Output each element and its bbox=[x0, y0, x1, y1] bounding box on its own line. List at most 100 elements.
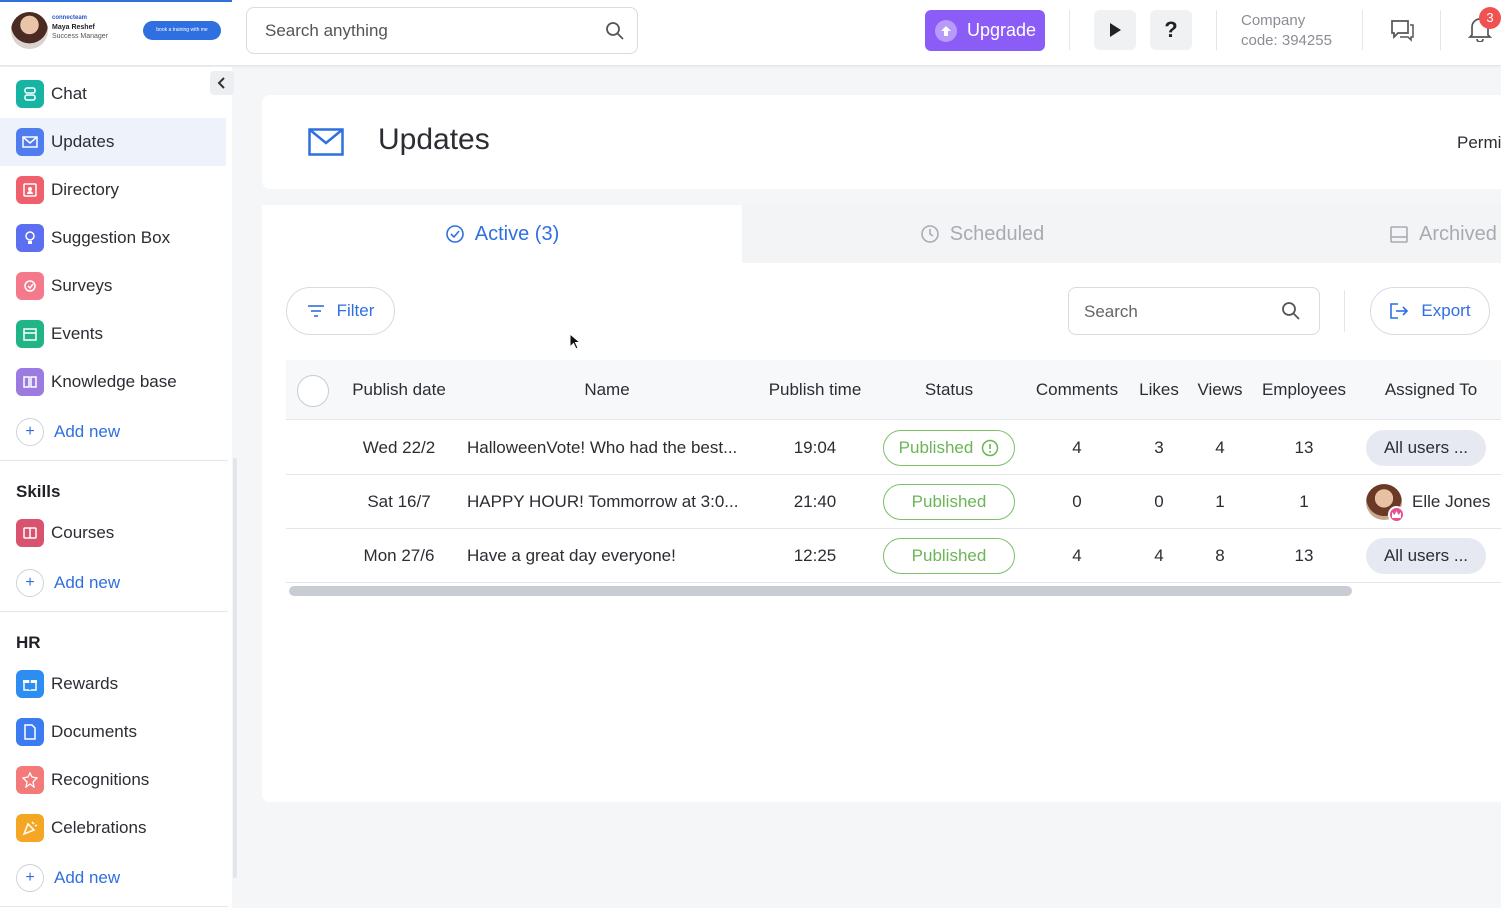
table-search[interactable] bbox=[1068, 287, 1320, 335]
filter-label: Filter bbox=[336, 301, 375, 320]
book-training-button[interactable]: book a training with me bbox=[143, 21, 221, 40]
table-row[interactable]: Mon 27/6 Have a great day everyone! 12:2… bbox=[286, 529, 1501, 583]
filter-button[interactable]: Filter bbox=[286, 287, 395, 335]
col-views[interactable]: Views bbox=[1190, 360, 1250, 419]
courses-icon bbox=[16, 519, 44, 547]
sidebar-item-suggestion-box[interactable]: Suggestion Box bbox=[0, 214, 226, 262]
global-search[interactable] bbox=[246, 7, 638, 54]
sidebar-scrollbar[interactable] bbox=[233, 458, 237, 878]
assigned-user-name: Elle Jones bbox=[1412, 491, 1491, 511]
page-header: Updates Permi bbox=[262, 95, 1501, 189]
search-icon[interactable] bbox=[1281, 301, 1301, 326]
plus-icon: + bbox=[16, 418, 44, 446]
sidebar-item-events[interactable]: Events bbox=[0, 310, 226, 358]
tab-active[interactable]: Active (3) bbox=[262, 205, 742, 263]
company-code: Company code: 394255 bbox=[1241, 11, 1332, 51]
sidebar-item-recognitions[interactable]: Recognitions bbox=[0, 756, 226, 804]
sidebar-item-label: Recognitions bbox=[51, 770, 150, 789]
divider bbox=[1440, 10, 1441, 50]
sidebar-item-directory[interactable]: Directory bbox=[0, 166, 226, 214]
col-assigned-to[interactable]: Assigned To bbox=[1366, 360, 1496, 419]
col-comments[interactable]: Comments bbox=[1027, 360, 1127, 419]
top-bar: connecteam Maya Reshef Success Manager b… bbox=[0, 0, 1501, 66]
tab-archived[interactable]: Archived bbox=[1222, 205, 1501, 263]
add-new-skills[interactable]: + Add new bbox=[16, 569, 120, 597]
plus-icon: + bbox=[16, 864, 44, 892]
assigned-cell: All users ... bbox=[1366, 421, 1486, 474]
tab-label: Scheduled bbox=[949, 222, 1045, 245]
update-name[interactable]: HAPPY HOUR! Tommorrow at 3:0... bbox=[467, 475, 752, 528]
select-all-checkbox[interactable] bbox=[297, 375, 329, 407]
sidebar-item-courses[interactable]: Courses bbox=[0, 509, 226, 557]
search-icon[interactable] bbox=[605, 21, 625, 46]
employees-count: 13 bbox=[1294, 437, 1314, 457]
sidebar-item-updates[interactable]: Updates bbox=[0, 118, 226, 166]
chat-bubbles-icon[interactable] bbox=[1389, 18, 1415, 47]
section-title-skills: Skills bbox=[16, 482, 61, 501]
play-video-button[interactable] bbox=[1094, 10, 1136, 50]
col-status[interactable]: Status bbox=[883, 360, 1015, 419]
tab-scheduled[interactable]: Scheduled bbox=[742, 205, 1222, 263]
add-new-hr[interactable]: + Add new bbox=[16, 864, 120, 892]
help-button[interactable]: ? bbox=[1150, 10, 1192, 50]
sidebar-item-label: Documents bbox=[51, 722, 137, 741]
assigned-group-pill[interactable]: All users ... bbox=[1366, 537, 1486, 574]
col-employees[interactable]: Employees bbox=[1254, 360, 1354, 419]
notification-badge: 3 bbox=[1479, 7, 1501, 29]
tab-label: Active (3) bbox=[474, 222, 560, 245]
sidebar-item-label: Celebrations bbox=[51, 818, 147, 837]
sidebar-item-surveys[interactable]: Surveys bbox=[0, 262, 226, 310]
survey-icon bbox=[16, 272, 44, 300]
party-popper-icon bbox=[16, 814, 44, 842]
comments-count: 4 bbox=[1072, 545, 1082, 565]
divider bbox=[1069, 10, 1070, 50]
status-cell: Published bbox=[883, 475, 1015, 528]
sidebar-item-celebrations[interactable]: Celebrations bbox=[0, 804, 226, 852]
col-name[interactable]: Name bbox=[467, 360, 747, 419]
sidebar-item-label: Knowledge base bbox=[51, 372, 177, 391]
tab-bar: Scheduled Archived Active (3) bbox=[262, 205, 1501, 263]
sidebar-item-chat[interactable]: Chat bbox=[0, 70, 226, 118]
upgrade-button[interactable]: Upgrade bbox=[925, 10, 1045, 51]
add-new-communications[interactable]: + Add new bbox=[16, 418, 120, 446]
col-publish-date[interactable]: Publish date bbox=[349, 360, 449, 419]
col-likes[interactable]: Likes bbox=[1129, 360, 1189, 419]
assigned-user[interactable]: Elle Jones bbox=[1366, 483, 1491, 523]
clock-icon bbox=[920, 225, 939, 243]
publish-date: Sat 16/7 bbox=[367, 491, 431, 511]
document-icon bbox=[16, 718, 44, 746]
success-manager-card[interactable]: connecteam Maya Reshef Success Manager b… bbox=[0, 0, 232, 60]
upgrade-label: Upgrade bbox=[967, 20, 1037, 40]
check-circle-icon bbox=[445, 225, 464, 243]
table-search-input[interactable] bbox=[1084, 301, 1274, 323]
sidebar-item-label: Courses bbox=[51, 523, 115, 542]
manager-avatar bbox=[11, 12, 48, 49]
alert-circle-icon[interactable] bbox=[981, 439, 999, 457]
mouse-cursor-icon bbox=[569, 332, 582, 356]
col-publish-time[interactable]: Publish time bbox=[755, 360, 875, 419]
lightbulb-icon bbox=[16, 224, 44, 252]
table-row[interactable]: Wed 22/2 HalloweenVote! Who had the best… bbox=[286, 421, 1501, 475]
update-name[interactable]: HalloweenVote! Who had the best... bbox=[467, 421, 752, 474]
sidebar-item-knowledge-base[interactable]: Knowledge base bbox=[0, 358, 226, 406]
divider bbox=[0, 611, 228, 612]
global-search-input[interactable] bbox=[265, 20, 585, 42]
divider bbox=[1216, 10, 1217, 50]
updates-panel: Scheduled Archived Active (3) Filter Exp… bbox=[262, 205, 1501, 802]
export-button[interactable]: Export bbox=[1370, 287, 1490, 335]
assigned-group-pill[interactable]: All users ... bbox=[1366, 429, 1486, 466]
update-name[interactable]: Have a great day everyone! bbox=[467, 529, 752, 582]
company-code-value: code: 394255 bbox=[1241, 32, 1332, 49]
sidebar-item-rewards[interactable]: Rewards bbox=[0, 660, 226, 708]
sidebar-item-label: Surveys bbox=[51, 276, 113, 295]
book-icon bbox=[16, 368, 44, 396]
status-label: Published bbox=[898, 437, 974, 457]
table-row[interactable]: Sat 16/7 HAPPY HOUR! Tommorrow at 3:0...… bbox=[286, 475, 1501, 529]
status-cell: Published bbox=[883, 421, 1015, 474]
publish-time: 19:04 bbox=[793, 437, 837, 457]
permissions-button[interactable]: Permi bbox=[1457, 133, 1501, 153]
help-icon: ? bbox=[1164, 17, 1178, 42]
table-horizontal-scrollbar[interactable] bbox=[289, 586, 1352, 596]
sidebar-item-label: Events bbox=[51, 324, 103, 343]
sidebar-item-documents[interactable]: Documents bbox=[0, 708, 226, 756]
